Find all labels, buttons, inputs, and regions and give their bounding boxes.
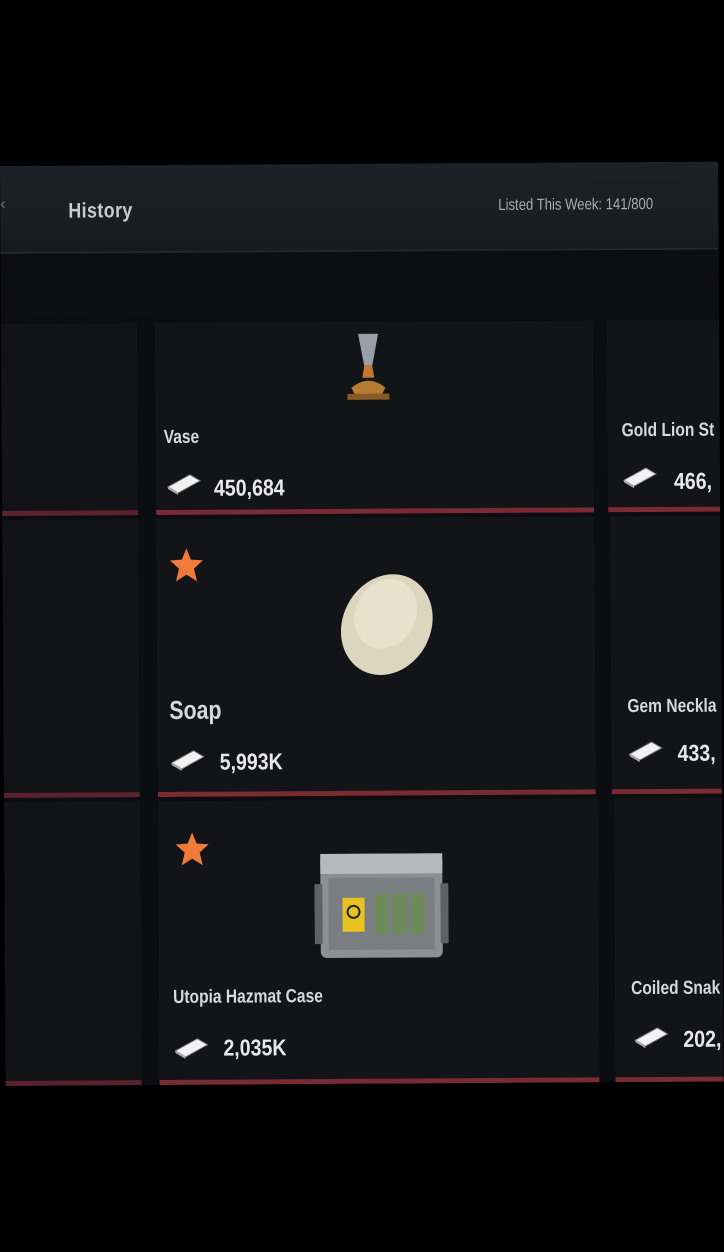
cash-icon [628,741,663,763]
soap-icon [340,574,433,676]
cash-icon [166,474,201,495]
favorite-star-icon[interactable] [174,831,210,867]
item-card-utopia-hazmat-case[interactable]: Utopia Hazmat Case 2,035K [157,798,600,1086]
market-history-screen: ‹ History Listed This Week: 141/800 Vase… [0,161,724,1086]
partial-item-card-left[interactable] [0,323,139,516]
partial-item-card-left[interactable] [2,519,140,798]
item-name: Soap [169,694,222,725]
back-button[interactable]: ‹ [0,196,5,214]
cash-icon [622,467,657,489]
item-price: 450,684 [213,474,285,501]
item-name: Gem Neckla [627,695,717,718]
item-name: Gold Lion St [621,419,715,442]
item-name: Vase [163,426,200,449]
filter-strip [0,249,719,318]
favorite-star-icon[interactable] [168,547,204,583]
listed-this-week-counter: Listed This Week: 141/800 [498,196,654,214]
hazmat-case-icon [314,853,449,959]
item-price: 466, [673,467,713,494]
cash-icon [634,1027,669,1049]
cash-icon [170,750,205,771]
item-card-gem-necklace[interactable]: Gem Neckla 433, [610,515,724,795]
item-card-soap[interactable]: Soap 5,993K [156,516,596,798]
item-name: Utopia Hazmat Case [173,986,323,1008]
item-card-gold-lion-statue[interactable]: Gold Lion St 466, [606,319,724,513]
item-card-vase[interactable]: Vase 450,684 [154,320,595,516]
cash-icon [174,1038,209,1059]
item-card-coiled-snake[interactable]: Coiled Snak 202, [613,797,724,1083]
item-price: 202, [683,1025,722,1052]
partial-item-card-left[interactable] [3,801,142,1086]
item-name: Coiled Snak [630,977,721,1000]
history-header: ‹ History Listed This Week: 141/800 [0,161,719,254]
vase-icon [347,333,390,400]
item-price: 433, [677,739,716,766]
item-price: 5,993K [219,748,283,775]
page-title: History [68,199,133,223]
item-price: 2,035K [223,1034,287,1061]
